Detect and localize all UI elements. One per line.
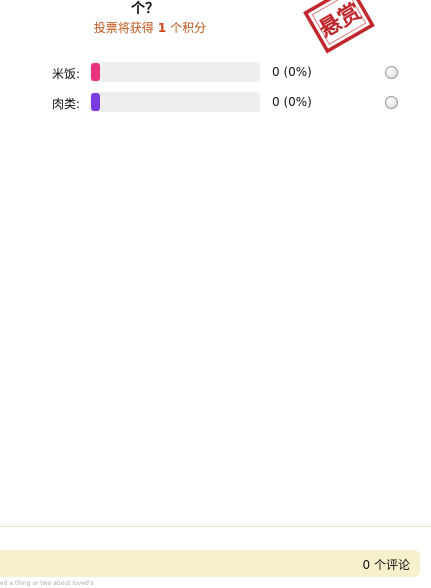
footer-text: ed a thing or two about loved's [0, 580, 94, 587]
bounty-stamp-icon: 悬赏 [303, 0, 375, 54]
option-label: 米饭: [51, 67, 80, 81]
reward-suffix: 个积分 [170, 21, 207, 35]
vote-radio[interactable] [385, 66, 398, 79]
poll-option-rice: 米饭: 0 (0%) [0, 62, 431, 82]
svg-text:悬赏: 悬赏 [315, 0, 366, 43]
reward-points: 1 [157, 21, 167, 35]
vote-bar-track [90, 92, 260, 112]
comment-bar: 0 个评论 [0, 550, 420, 577]
section-divider [0, 526, 431, 527]
vote-result: 0 (0%) [272, 95, 312, 109]
question-title: 个？ [131, 1, 159, 17]
vote-result: 0 (0%) [272, 65, 312, 79]
vote-radio[interactable] [385, 96, 398, 109]
option-label: 肉类: [51, 97, 80, 111]
poll-option-meat: 肉类: 0 (0%) [0, 92, 431, 112]
reward-prefix: 投票将获得 [93, 21, 154, 35]
vote-bar-fill [91, 63, 100, 81]
vote-bar-track [90, 62, 260, 82]
reward-note: 投票将获得 1 个积分 [0, 20, 300, 36]
vote-bar-fill [91, 93, 100, 111]
comment-count-link[interactable]: 0 个评论 [363, 556, 410, 573]
